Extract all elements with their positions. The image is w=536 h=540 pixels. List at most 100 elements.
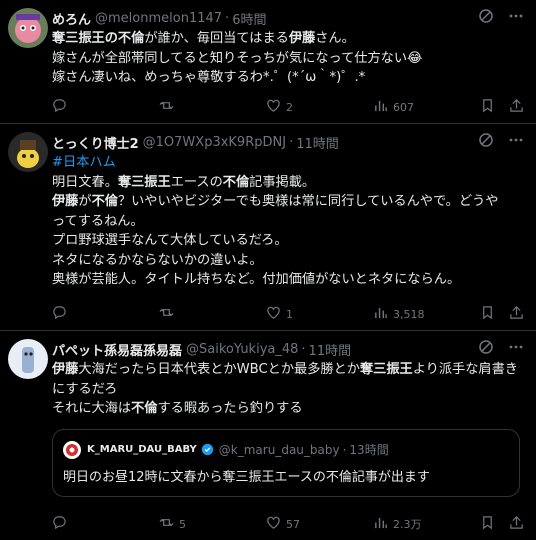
text-segment: エースの — [170, 174, 223, 190]
views-button[interactable]: 607 — [373, 98, 433, 116]
retweet-icon — [159, 305, 174, 323]
more-icon[interactable] — [508, 132, 524, 152]
quote-header: K_MARU_DAU_BABY @k_maru_dau_baby · 13時間 — [63, 440, 509, 460]
text-segment: 不倫 — [131, 401, 158, 416]
avatar[interactable] — [8, 8, 48, 48]
tweet-text-line: #日本ハム — [52, 153, 524, 173]
views-icon — [373, 98, 388, 116]
text-segment: ネタになるかならないかの違いよ。 — [52, 252, 263, 268]
quote-timestamp: 13時間 — [349, 443, 389, 457]
text-segment: 記事掲載。 — [249, 174, 316, 190]
text-segment: 奪三振王 — [117, 174, 171, 190]
views-count: 607 — [393, 100, 414, 114]
like-button[interactable]: 1 — [266, 305, 326, 323]
like-count: 2 — [286, 100, 293, 114]
text-segment: ってするねん。 — [52, 213, 144, 229]
tweet-header: パペット孫易磊孫易磊 @SaikoYukiya_48 · 11時間 — [52, 339, 524, 359]
display-name[interactable]: めろん — [52, 9, 91, 28]
retweet-button[interactable] — [159, 98, 219, 116]
tweet-text-line: 伊藤が不倫？いやいやビジターでも奥様は常に同行しているんやで。どうや — [52, 192, 524, 212]
reply-icon — [52, 305, 67, 323]
timeline-feed: めろん @melonmelon1147 · 6時間 奪三振王の不倫が誰か、毎回当… — [0, 0, 536, 540]
tweet-header: めろん @melonmelon1147 · 6時間 — [52, 8, 524, 28]
text-segment: プロ野球選手なんて大体しているだろ。 — [52, 233, 288, 248]
retweet-icon — [159, 515, 174, 533]
display-name[interactable]: とっくり博士2 — [52, 133, 139, 152]
views-button[interactable]: 3,518 — [373, 305, 433, 323]
text-segment: 不倫 — [222, 174, 250, 190]
tweet-text: 奪三振王の不倫が誰か、毎回当てはまる伊藤さん。 嫁さんが全部帯同してると知りそっち… — [52, 29, 524, 88]
quote-display-name: K_MARU_DAU_BABY — [87, 444, 197, 455]
timestamp[interactable]: 11時間 — [309, 340, 352, 359]
tweet-text-line: ネタになるかならないかの違いよ。 — [52, 251, 524, 271]
handle[interactable]: @melonmelon1147 — [95, 11, 222, 26]
text-segment: 大海だったら日本代表とかWBCとか最多勝とか — [78, 362, 360, 377]
timestamp[interactable]: 6時間 — [232, 9, 266, 28]
views-icon — [373, 305, 388, 323]
views-count: 3,518 — [393, 307, 425, 321]
separator: · — [289, 134, 294, 150]
reply-icon — [52, 515, 67, 533]
views-button[interactable]: 2.3万 — [373, 515, 433, 533]
like-button[interactable]: 2 — [266, 98, 326, 116]
tweet-text-line: 奥様が芸能人。タイトル持ちなど。付加価値がないとネタにならん。 — [52, 270, 524, 290]
separator: · — [342, 442, 347, 457]
quote-handle: @k_maru_dau_baby — [218, 442, 340, 457]
text-segment: が誰か、毎回当てはまる — [144, 31, 289, 46]
quoted-tweet[interactable]: K_MARU_DAU_BABY @k_maru_dau_baby · 13時間 … — [52, 428, 520, 497]
text-segment: 奥様が芸能人。タイトル持ちなど。付加価値がないとネタにならん。 — [52, 272, 461, 287]
bookmark-icon[interactable] — [480, 515, 495, 533]
text-segment: 明日文春。 — [52, 174, 118, 190]
bookmark-icon[interactable] — [480, 98, 495, 116]
grok-icon[interactable] — [478, 132, 494, 152]
more-icon[interactable] — [508, 339, 524, 359]
text-segment: が — [78, 194, 92, 209]
retweet-button[interactable]: 5 — [159, 515, 219, 533]
text-segment: 奪三振王の不倫 — [52, 31, 145, 46]
avatar[interactable] — [8, 339, 48, 379]
tweet-header: とっくり博士2 @1O7WXp3xK9RpDNJ · 11時間 — [52, 132, 524, 152]
tweet[interactable]: パペット孫易磊孫易磊 @SaikoYukiya_48 · 11時間 伊藤大海だっ… — [0, 331, 536, 540]
reply-button[interactable] — [52, 515, 112, 533]
like-count: 1 — [286, 307, 293, 321]
grok-icon[interactable] — [478, 339, 494, 359]
text-segment: 嫁さん凄いね、めっちゃ尊敬するわ*.゜(*´ω｀*)゜.* — [52, 70, 366, 85]
share-icon[interactable] — [509, 515, 524, 533]
verified-icon — [201, 443, 214, 456]
views-icon — [373, 515, 388, 533]
display-name[interactable]: パペット孫易磊孫易磊 — [52, 340, 182, 359]
text-segment: 伊藤 — [52, 194, 79, 209]
avatar[interactable] — [8, 132, 48, 172]
retweet-button[interactable] — [159, 305, 219, 323]
bookmark-icon[interactable] — [480, 305, 495, 323]
action-bar: 1 3,518 — [52, 306, 524, 322]
retweet-icon — [159, 98, 174, 116]
tweet[interactable]: めろん @melonmelon1147 · 6時間 奪三振王の不倫が誰か、毎回当… — [0, 0, 536, 124]
tweet-text-line: ってするねん。 — [52, 212, 524, 232]
tweet-text-line: 嫁さんが全部帯同してると知りそっちが気になって仕方ない😂 — [52, 49, 524, 69]
tweet-text-line: それに大海は不倫する暇あったら釣りする — [52, 399, 524, 419]
tweet-text-line: プロ野球選手なんて大体しているだろ。 — [52, 231, 524, 251]
separator: · — [225, 10, 230, 26]
quote-avatar — [63, 440, 81, 459]
tweet-text-line: 嫁さん凄いね、めっちゃ尊敬するわ*.゜(*´ω｀*)゜.* — [52, 68, 524, 88]
handle[interactable]: @1O7WXp3xK9RpDNJ — [143, 135, 286, 150]
like-icon — [266, 98, 281, 116]
reply-button[interactable] — [52, 98, 112, 116]
text-segment: それに大海は — [52, 401, 132, 416]
share-icon[interactable] — [509, 305, 524, 323]
more-icon[interactable] — [508, 8, 524, 28]
bookmark-share — [480, 515, 524, 533]
share-icon[interactable] — [509, 98, 524, 116]
handle[interactable]: @SaikoYukiya_48 — [186, 342, 298, 357]
grok-icon[interactable] — [478, 8, 494, 28]
tweet-text: 伊藤大海だったら日本代表とかWBCとか最多勝とか奪三振王より派手な肩書きにするだ… — [52, 360, 524, 419]
hashtag-link[interactable]: #日本ハム — [52, 155, 116, 170]
timestamp[interactable]: 11時間 — [296, 133, 339, 152]
reply-button[interactable] — [52, 305, 112, 323]
text-segment: 不倫 — [91, 194, 118, 209]
tweet-text-line: 奪三振王の不倫が誰か、毎回当てはまる伊藤さん。 — [52, 29, 524, 49]
reply-icon — [52, 98, 67, 116]
tweet[interactable]: とっくり博士2 @1O7WXp3xK9RpDNJ · 11時間 #日本ハム明日文… — [0, 124, 536, 331]
like-button[interactable]: 57 — [266, 515, 326, 533]
